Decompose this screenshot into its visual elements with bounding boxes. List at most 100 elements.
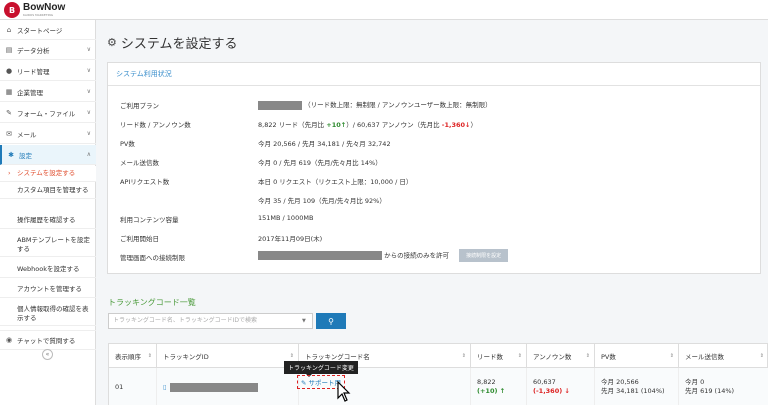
chevron-down-icon: ∨	[86, 88, 91, 95]
leads-value: 8,822 リード（先月比 +10↑）/ 60,637 アンノウン（先月比 -1…	[258, 121, 477, 129]
masked-plan-name	[258, 100, 302, 110]
ip-restriction-value: からの接続のみを許可 接続制限を設定	[258, 249, 509, 262]
building-icon: ▦	[5, 87, 13, 96]
user-icon: ●	[5, 66, 13, 75]
sidebar-subitem-custom-fields[interactable]: カスタム項目を管理する	[0, 183, 96, 199]
chevron-down-icon: ∨	[86, 46, 91, 53]
chevron-up-icon: ∧	[86, 151, 91, 158]
sidebar-subitem-label: ABMテンプレートを設定する	[17, 236, 90, 253]
storage-value: 151MB / 1000MB	[258, 214, 314, 222]
column-header-leads[interactable]: リード数 ⇕	[471, 344, 527, 368]
sidebar-subitem-history[interactable]: 操作履歴を確認する	[0, 213, 96, 229]
storage-label: 利用コンテンツ容量	[120, 216, 179, 224]
sidebar-item-leads[interactable]: ● リード管理 ∨	[0, 61, 96, 81]
sort-icon: ⇕	[517, 352, 522, 359]
sort-icon: ⇕	[585, 352, 590, 359]
cell-pv: 今月 20,566 先月 34,181 (104%)	[595, 368, 679, 405]
sidebar-item-label: リード管理	[17, 67, 50, 76]
sidebar-item-label: メール	[17, 130, 37, 139]
start-date-value: 2017年11月09日(木)	[258, 235, 323, 243]
sidebar-item-label: チャットで質問する	[17, 337, 76, 345]
mail-count-value: 今月 0 / 先月 619（先月/先々月比 14%）	[258, 159, 382, 167]
lead-diff: +10↑	[326, 121, 347, 129]
masked-tracking-id	[169, 382, 258, 392]
column-header-mail[interactable]: メール送信数 ⇕	[679, 344, 768, 368]
sidebar-subitem-webhook[interactable]: Webhookを設定する	[0, 262, 96, 278]
sort-icon: ⇕	[147, 352, 152, 359]
mail-count-label: メール送信数	[120, 159, 159, 167]
collapse-sidebar-button[interactable]: «	[42, 349, 53, 360]
mail-icon: ✉	[6, 129, 12, 138]
plan-label: ご利用プラン	[120, 102, 159, 110]
cell-order: 01	[109, 368, 157, 405]
sidebar-subitem-privacy[interactable]: 個人情報取得の確認を表示する	[0, 302, 96, 326]
sidebar-item-analytics[interactable]: ▤ データ分析 ∨	[0, 40, 96, 60]
api-value: 本日 0 リクエスト（リクエスト上限：10,000 / 日）	[258, 178, 413, 186]
column-header-pv[interactable]: PV数 ⇕	[595, 344, 679, 368]
cell-mail: 今月 0 先月 619 (14%)	[679, 368, 768, 405]
cell-tracking-id: ▯	[157, 368, 299, 405]
edit-icon: ✎	[6, 108, 12, 117]
app-sub: KAIROS MARKETING	[23, 13, 54, 17]
chevron-down-icon: ∨	[86, 130, 91, 137]
column-header-order[interactable]: 表示順序 ⇕	[109, 344, 157, 368]
pv-label: PV数	[120, 140, 135, 148]
api-value-monthly: 今月 35 / 先月 109（先月/先々月比 92%）	[258, 197, 386, 205]
search-icon: ⚲	[328, 316, 334, 326]
sort-icon: ⇕	[669, 352, 674, 359]
edit-tooltip: トラッキングコード変更	[284, 361, 358, 377]
sidebar-item-chat[interactable]: ◉ チャットで質問する	[0, 330, 96, 350]
column-header-unknown[interactable]: アンノウン数 ⇕	[527, 344, 595, 368]
column-header-tracking-id[interactable]: トラッキングID ⇕	[157, 344, 299, 368]
sidebar-subitem-abm[interactable]: ABMテンプレートを設定する	[0, 233, 96, 257]
api-label: APIリクエスト数	[120, 178, 170, 186]
system-status-panel: システム利用状況 ご利用プラン （リード数上限：無制限 / アンノウンユーザー数…	[107, 62, 761, 274]
tracking-search-input[interactable]: トラッキングコード名、トラッキングコードIDで検索	[108, 313, 313, 329]
sort-icon: ⇕	[289, 352, 294, 359]
sidebar: ⌂ スタートページ ▤ データ分析 ∨ ● リード管理 ∨ ▦ 企業管理 ∨ ✎…	[0, 20, 96, 405]
sidebar-subitem-system[interactable]: › システムを設定する	[0, 166, 96, 182]
sidebar-item-label: データ分析	[17, 46, 50, 55]
sidebar-subitem-label: 操作履歴を確認する	[17, 216, 76, 224]
gear-icon: ✱	[8, 150, 14, 159]
plan-value: （リード数上限：無制限 / アンノウンユーザー数上限：無制限）	[258, 99, 492, 110]
app-name: BowNow	[23, 2, 66, 13]
pv-value: 今月 20,566 / 先月 34,181 / 先々月 32,742	[258, 140, 391, 148]
sidebar-subitem-label: システムを設定する	[17, 169, 76, 177]
active-marker-icon: ›	[8, 169, 11, 177]
sidebar-item-settings[interactable]: ✱ 設定 ∧	[0, 145, 96, 165]
pencil-icon: ✎	[301, 379, 307, 387]
tracking-section-title: トラッキングコード一覧	[108, 298, 196, 307]
chevron-down-icon: ∨	[86, 67, 91, 74]
leads-label: リード数 / アンノウン数	[120, 121, 191, 129]
sidebar-item-forms[interactable]: ✎ フォーム・ファイル ∨	[0, 103, 96, 123]
sidebar-item-start[interactable]: ⌂ スタートページ	[0, 20, 96, 40]
sidebar-subitem-label: 個人情報取得の確認を表示する	[17, 305, 89, 322]
document-icon[interactable]: ▯	[163, 383, 167, 392]
panel-heading: システム利用状況	[108, 63, 760, 86]
start-date-label: ご利用開始日	[120, 235, 159, 243]
sidebar-item-companies[interactable]: ▦ 企業管理 ∨	[0, 82, 96, 102]
masked-ip-address	[258, 251, 382, 260]
chevron-down-icon: ∨	[86, 109, 91, 116]
sort-icon: ⇕	[461, 352, 466, 359]
chat-icon: ◉	[5, 336, 13, 344]
sidebar-subitem-label: アカウントを管理する	[17, 285, 82, 293]
page-title: ⚙ システムを設定する	[107, 33, 238, 52]
sidebar-item-label: 設定	[19, 151, 32, 160]
sort-icon: ⇕	[759, 352, 764, 359]
search-button[interactable]: ⚲	[316, 313, 346, 329]
gear-icon: ⚙	[107, 36, 117, 49]
bownow-logo[interactable]: B BowNow KAIROS MARKETING	[4, 2, 65, 18]
top-bar: B BowNow KAIROS MARKETING	[0, 0, 768, 20]
sidebar-item-mail[interactable]: ✉ メール ∨	[0, 124, 96, 144]
ip-restriction-button[interactable]: 接続制限を設定	[459, 249, 509, 262]
chart-icon: ▤	[5, 45, 13, 54]
sidebar-subitem-accounts[interactable]: アカウントを管理する	[0, 282, 96, 298]
chevron-down-icon[interactable]: ▼	[302, 318, 306, 324]
logo-mark-icon: B	[4, 2, 20, 18]
mouse-cursor-icon	[337, 381, 351, 402]
page-title-text: システムを設定する	[120, 37, 238, 52]
cell-unknown: 60,637 (-1,360) ↓	[527, 368, 595, 405]
ip-restriction-label: 管理画面への接続制限	[120, 254, 185, 262]
